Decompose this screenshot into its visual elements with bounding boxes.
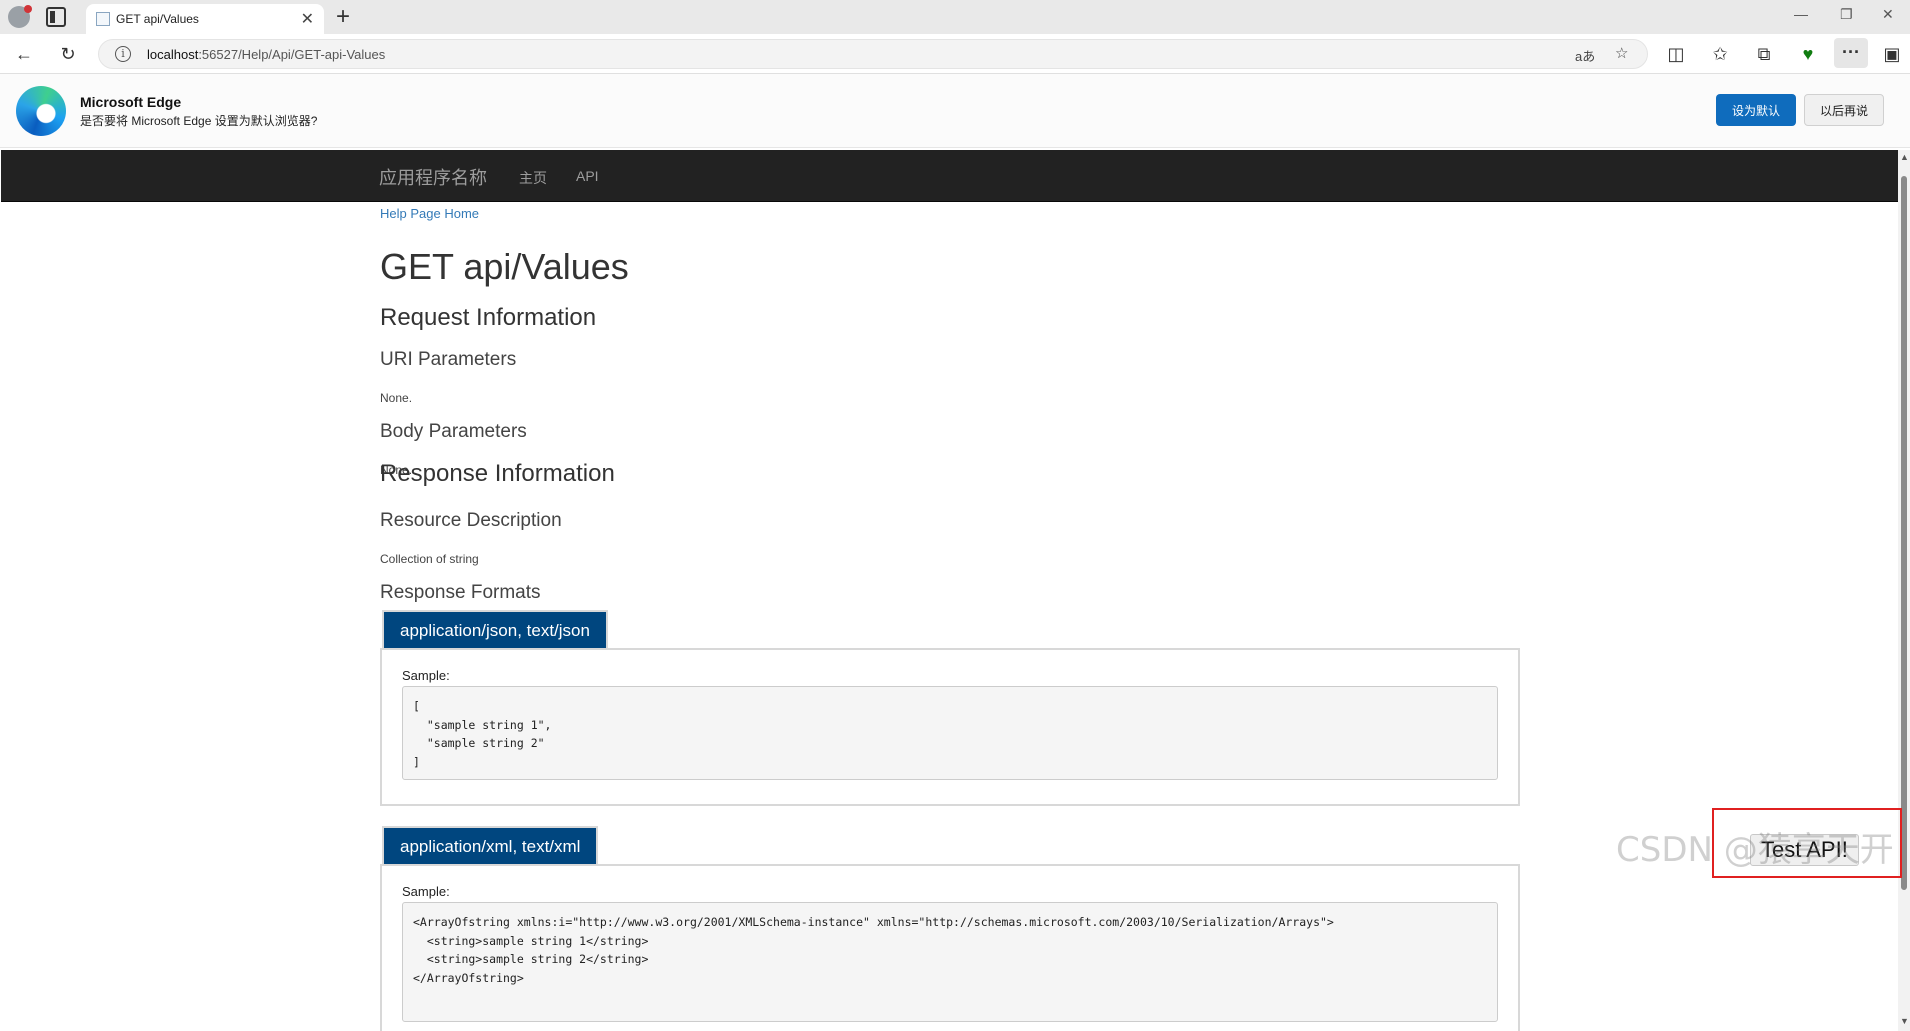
tab-close-icon[interactable]: ✕ — [301, 9, 314, 29]
navbar-brand[interactable]: 应用程序名称 — [379, 164, 487, 190]
format-panel-xml: Sample: <ArrayOfstring xmlns:i="http://w… — [380, 864, 1520, 1031]
page-favicon-icon — [96, 12, 110, 26]
site-navbar: 应用程序名称 主页 API — [1, 150, 1899, 202]
sample-label: Sample: — [402, 668, 450, 683]
page-scrollbar[interactable]: ▲ ▼ — [1898, 150, 1910, 1031]
tab-title: GET api/Values — [116, 12, 199, 26]
favorite-icon[interactable]: ☆ — [1615, 44, 1628, 62]
response-info-heading: Response Information — [380, 460, 615, 487]
scroll-thumb[interactable] — [1901, 176, 1907, 890]
default-browser-banner: Microsoft Edge 是否要将 Microsoft Edge 设置为默认… — [0, 74, 1910, 148]
uri-params-heading: URI Parameters — [380, 349, 517, 370]
resource-desc-value: Collection of string — [380, 552, 479, 566]
sample-code-json: [ "sample string 1", "sample string 2" ] — [402, 686, 1498, 780]
page-viewport: 应用程序名称 主页 API Help Page Home GET api/Val… — [0, 150, 1910, 1031]
window-close-icon[interactable]: ✕ — [1882, 6, 1894, 23]
url-text[interactable]: localhost:56527/Help/Api/GET-api-Values — [147, 47, 385, 62]
response-formats-heading: Response Formats — [380, 582, 541, 603]
info-icon[interactable]: i — [115, 46, 131, 62]
browser-tab[interactable]: GET api/Values ✕ — [86, 4, 324, 34]
address-bar[interactable]: i localhost:56527/Help/Api/GET-api-Value… — [98, 39, 1648, 69]
minimize-icon[interactable]: — — [1794, 6, 1808, 22]
page-title: GET api/Values — [380, 246, 629, 287]
refresh-icon[interactable]: ↻ — [56, 42, 80, 66]
browser-toolbar: ← ↻ i localhost:56527/Help/Api/GET-api-V… — [0, 34, 1910, 74]
back-icon[interactable]: ← — [12, 42, 36, 66]
new-tab-icon[interactable]: + — [336, 3, 350, 31]
format-panel-json: Sample: [ "sample string 1", "sample str… — [380, 648, 1520, 806]
resource-desc-heading: Resource Description — [380, 510, 562, 531]
read-aloud-icon[interactable]: aあ — [1575, 46, 1595, 65]
more-icon[interactable]: ··· — [1834, 38, 1868, 68]
restore-icon[interactable]: ❐ — [1840, 6, 1853, 23]
banner-title: Microsoft Edge — [80, 94, 182, 110]
sidebar-icon[interactable]: ▣ — [1880, 42, 1904, 66]
body-params-heading: Body Parameters — [380, 421, 527, 442]
sample-code-xml: <ArrayOfstring xmlns:i="http://www.w3.or… — [402, 902, 1498, 1022]
nav-link-api[interactable]: API — [576, 168, 599, 184]
browser-essentials-icon[interactable]: ♥ — [1796, 42, 1820, 66]
format-tab-json[interactable]: application/json, text/json — [382, 610, 608, 648]
sample-label: Sample: — [402, 884, 450, 899]
uri-params-value: None. — [380, 391, 413, 405]
split-screen-icon[interactable]: ◫ — [1664, 42, 1688, 66]
format-tab-xml[interactable]: application/xml, text/xml — [382, 826, 599, 864]
collections-icon[interactable]: ⧉ — [1752, 42, 1776, 66]
banner-text: 是否要将 Microsoft Edge 设置为默认浏览器? — [80, 114, 318, 128]
tab-strip: GET api/Values ✕ + — ❐ ✕ — [0, 0, 1910, 34]
nav-link-home[interactable]: 主页 — [519, 168, 547, 188]
edge-logo-icon — [16, 86, 66, 136]
help-page-home-link[interactable]: Help Page Home — [380, 206, 479, 221]
tab-actions-icon[interactable] — [46, 7, 66, 27]
profile-avatar-icon[interactable] — [8, 5, 32, 28]
favorites-icon[interactable]: ✩ — [1708, 42, 1732, 66]
scroll-down-icon[interactable]: ▼ — [1900, 1016, 1909, 1026]
csdn-watermark: CSDN @猿享天开 — [1616, 830, 1894, 870]
request-info-heading: Request Information — [380, 304, 597, 331]
set-default-button[interactable]: 设为默认 — [1716, 94, 1796, 126]
scroll-up-icon[interactable]: ▲ — [1900, 152, 1909, 162]
later-button[interactable]: 以后再说 — [1804, 94, 1884, 126]
